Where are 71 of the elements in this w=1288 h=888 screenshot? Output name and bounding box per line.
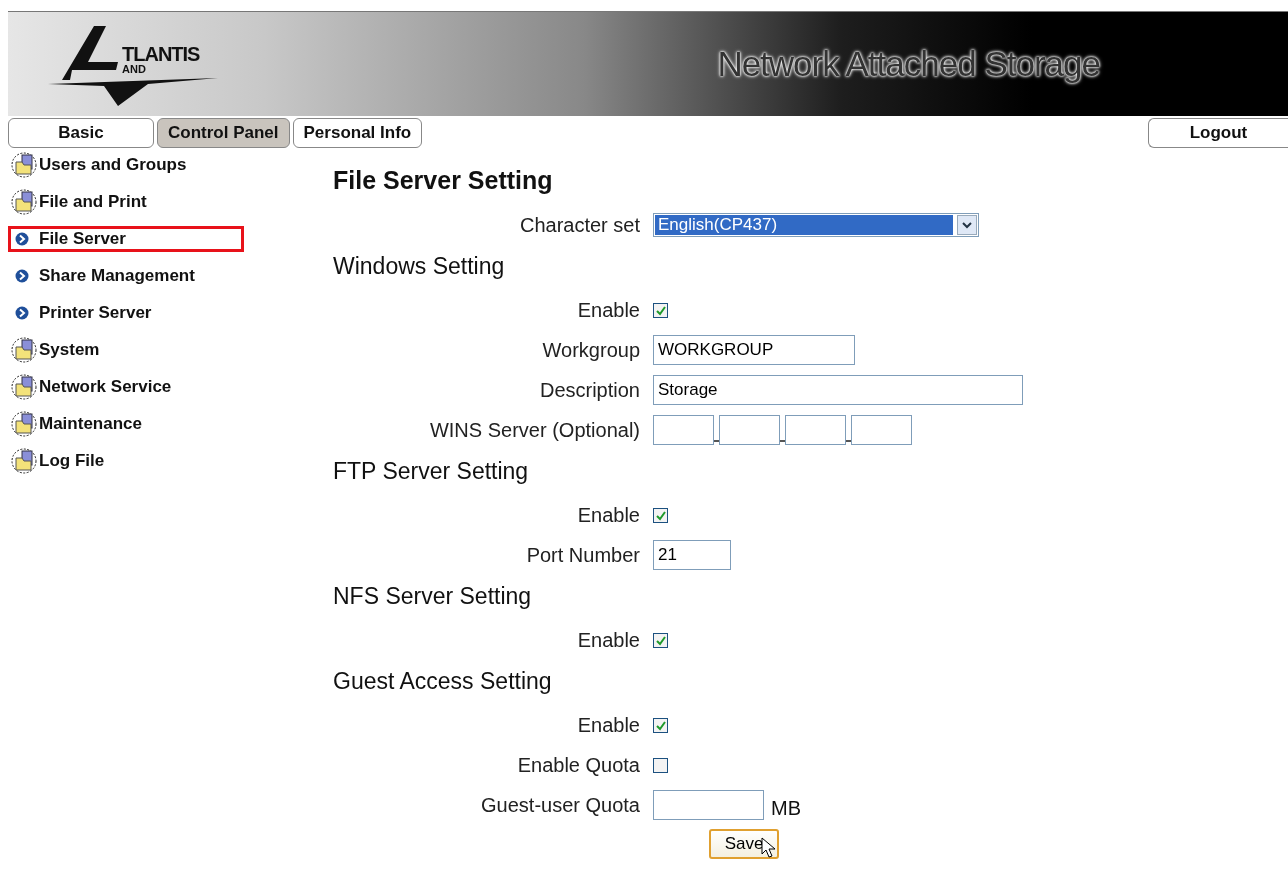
field-label: Guest-user Quota <box>480 793 641 817</box>
sidebar-item[interactable]: Maintenance <box>8 411 244 437</box>
ip-octet-field[interactable] <box>653 415 714 445</box>
checkbox[interactable] <box>653 757 668 773</box>
sidebar-item-label: Printer Server <box>39 303 152 323</box>
field-label: Description <box>538 378 641 402</box>
field-label: Workgroup <box>541 338 641 362</box>
chevron-bullet-icon <box>15 232 29 246</box>
logo-subtext: AND <box>122 64 147 75</box>
character-set-dropdown[interactable]: English(CP437) <box>653 213 979 237</box>
section-title: FTP Server Setting <box>333 458 530 485</box>
sidebar-item-label: Log File <box>39 451 105 471</box>
logout-button[interactable]: Logout <box>1148 118 1288 148</box>
sidebar-item[interactable]: Users and Groups <box>8 152 244 178</box>
field-label: Enable <box>576 503 641 527</box>
chevron-bullet-icon <box>15 269 29 283</box>
field-label: Enable <box>576 628 641 652</box>
field-label: WINS Server (Optional) <box>428 418 641 442</box>
sidebar-item-label: System <box>39 340 100 360</box>
text-field[interactable]: 21 <box>653 540 731 570</box>
checkbox[interactable] <box>653 302 668 318</box>
section-title: Windows Setting <box>333 253 506 280</box>
sidebar-item-label: File Server <box>39 229 126 249</box>
chevron-bullet-icon <box>15 306 29 320</box>
folder-icon <box>11 448 37 474</box>
checkbox[interactable] <box>653 507 668 523</box>
folder-icon <box>11 411 37 437</box>
sidebar-item[interactable]: Network Service <box>8 374 244 400</box>
sidebar-item[interactable]: Share Management <box>8 263 244 289</box>
text-field[interactable]: WORKGROUP <box>653 335 855 365</box>
tab[interactable]: Control Panel <box>157 118 290 148</box>
tab[interactable]: Basic <box>8 118 154 148</box>
text-field[interactable] <box>653 790 764 820</box>
tab[interactable]: Personal Info <box>292 118 423 148</box>
checkmark-icon <box>654 634 667 646</box>
sidebar-item-label: Network Service <box>39 377 172 397</box>
field-label: Enable <box>576 298 641 322</box>
sidebar-item[interactable]: Log File <box>8 448 244 474</box>
sidebar-item-label: Users and Groups <box>39 155 187 175</box>
checkmark-icon <box>654 719 667 731</box>
sidebar-item[interactable]: Printer Server <box>8 300 244 326</box>
section-title: NFS Server Setting <box>333 583 533 610</box>
sidebar-item-label: File and Print <box>39 192 147 212</box>
page-title: File Server Setting <box>333 166 554 195</box>
folder-icon <box>11 152 37 178</box>
sidebar-item[interactable]: System <box>8 337 244 363</box>
mouse-pointer-icon <box>761 837 777 859</box>
field-label: Enable Quota <box>516 753 641 777</box>
logo-text: TLANTIS <box>122 44 200 64</box>
folder-icon <box>11 189 37 215</box>
unit-label: MB <box>771 797 801 820</box>
selected-option: English(CP437) <box>655 215 953 235</box>
checkbox[interactable] <box>653 717 668 733</box>
checkbox[interactable] <box>653 632 668 648</box>
text-field[interactable]: Storage <box>653 375 1023 405</box>
field-label: Character set <box>518 213 641 237</box>
field-label: Port Number <box>525 543 641 567</box>
sidebar-item-label: Maintenance <box>39 414 142 434</box>
ip-octet-field[interactable] <box>785 415 846 445</box>
sidebar-item-label: Share Management <box>39 266 195 286</box>
sidebar-item[interactable]: File Server <box>8 226 244 252</box>
banner-title: Network Attached Storage <box>717 44 1100 84</box>
ip-octet-field[interactable] <box>851 415 912 445</box>
sidebar-item[interactable]: File and Print <box>8 189 244 215</box>
section-title: Guest Access Setting <box>333 668 553 695</box>
checkmark-icon <box>654 304 667 316</box>
folder-icon <box>11 374 37 400</box>
field-label: Enable <box>576 713 641 737</box>
folder-icon <box>11 337 37 363</box>
checkmark-icon <box>654 509 667 521</box>
ip-octet-field[interactable] <box>719 415 780 445</box>
